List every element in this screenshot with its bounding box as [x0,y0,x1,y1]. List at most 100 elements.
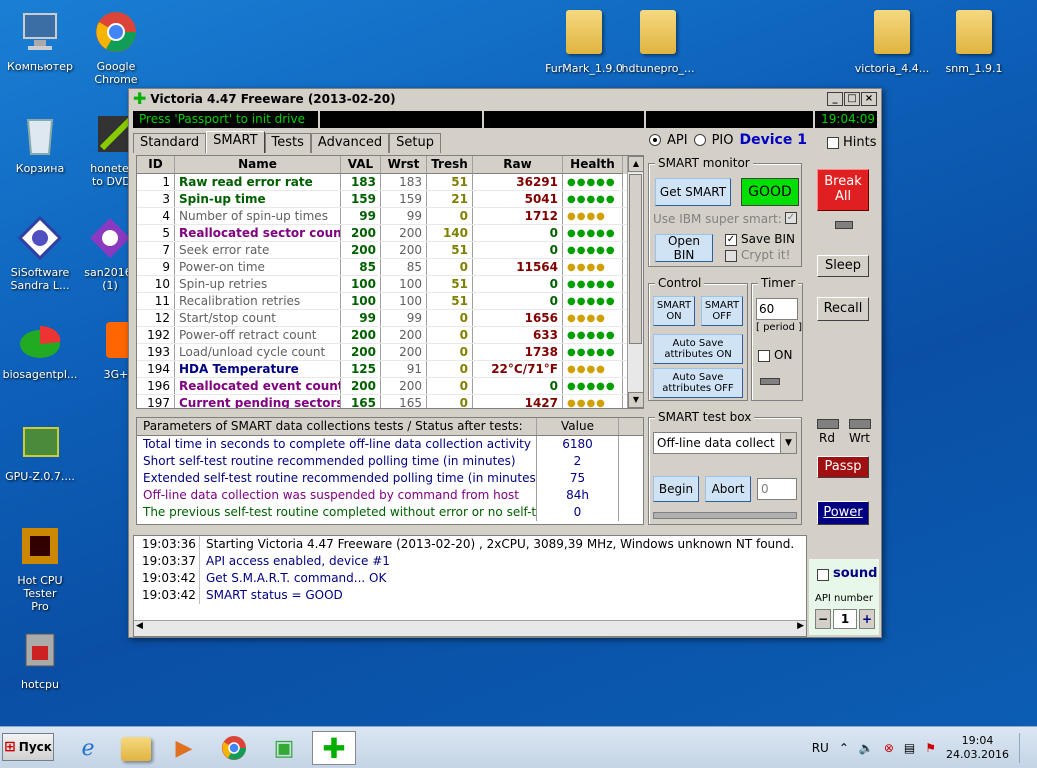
table-row[interactable]: 197 Current pending sectors 165 165 0 1427 ●●●… [137,395,643,408]
table-scrollbar[interactable]: ▲ ▼ [627,156,643,408]
tab-setup[interactable]: Setup [389,133,441,153]
victoria-taskbar-icon[interactable]: ✚ [312,731,356,765]
desktop-icon-victoria[interactable]: victoria_4.4... [852,8,932,75]
smart-off-button[interactable]: SMART OFF [701,296,743,326]
desktop-icon-hotcpu[interactable]: hotcpu [0,626,80,691]
table-row[interactable]: 5 Reallocated sector count 200 200 140 0 ●●●●● [137,225,643,242]
open-bin-button[interactable]: Open BIN [655,234,713,262]
action-center-icon[interactable]: ⚑ [925,741,936,755]
api-number-field[interactable]: 1 [833,609,857,629]
params-row[interactable]: The previous self-test routine completed… [137,504,643,521]
passp-button[interactable]: Passp [817,456,869,478]
ibm-smart-checkbox[interactable]: ✓ [785,212,797,224]
params-row[interactable]: Off-line data collection was suspended b… [137,487,643,504]
scroll-right-arrow-icon[interactable]: ▶ [797,621,804,631]
table-body: 1 Raw read error rate 183 183 51 36291 ●●●●● 3 S… [137,174,643,408]
tray-clock[interactable]: 19:04 24.03.2016 [946,734,1009,762]
table-row[interactable]: 3 Spin-up time 159 159 21 5041 ●●●●● [137,191,643,208]
explorer-icon[interactable] [114,731,158,765]
col-health[interactable]: Health [563,156,623,174]
chevron-up-icon[interactable]: ⌃ [839,741,849,755]
show-desktop-button[interactable] [1019,733,1033,763]
auto-save-on-button[interactable]: Auto Save attributes ON [653,334,743,364]
power-button[interactable]: Power [817,501,869,525]
table-row[interactable]: 4 Number of spin-up times 99 99 0 1712 ●●●● [137,208,643,225]
table-row[interactable]: 194 HDA Temperature 125 91 0 22°C/71°F ●●●● [137,361,643,378]
abort-button[interactable]: Abort [705,476,751,502]
recall-button[interactable]: Recall [817,297,869,321]
scroll-up-arrow-icon[interactable]: ▲ [628,156,643,172]
smart-on-button[interactable]: SMART ON [653,296,695,326]
window-title: Victoria 4.47 Freeware (2013-02-20) [150,92,396,106]
col-wrst[interactable]: Wrst [381,156,427,174]
media-player-icon[interactable]: ▶ [162,731,206,765]
scroll-thumb[interactable] [629,174,642,344]
break-all-button[interactable]: Break All [817,169,869,211]
table-row[interactable]: 196 Reallocated event count 200 200 0 0 ●●●●● [137,378,643,395]
table-row[interactable]: 9 Power-on time 85 85 0 11564 ●●●● [137,259,643,276]
get-smart-button[interactable]: Get SMART [655,178,731,206]
scroll-down-arrow-icon[interactable]: ▼ [628,392,643,408]
hints-checkbox[interactable]: Hints [827,135,877,150]
start-button[interactable]: ⊞ Пуск [2,733,54,761]
language-indicator[interactable]: RU [812,741,829,755]
desktop-icon-snm[interactable]: snm_1.9.1 [934,8,1014,75]
col-tresh[interactable]: Tresh [427,156,473,174]
col-id[interactable]: ID [137,156,175,174]
table-row[interactable]: 7 Seek error rate 200 200 51 0 ●●●●● [137,242,643,259]
table-row[interactable]: 1 Raw read error rate 183 183 51 36291 ●●●●● [137,174,643,191]
desktop-icon-furmark[interactable]: FurMark_1.9.0 [544,8,624,75]
volume-icon[interactable]: 🔈 [859,741,874,755]
crypt-checkbox[interactable] [725,250,737,262]
network-icon[interactable]: ⊗ [884,741,894,755]
desktop-icon-hdtunepro[interactable]: hdtunepro_... [618,8,698,75]
maximize-button[interactable]: □ [844,92,860,106]
table-row[interactable]: 192 Power-off retract count 200 200 0 633 ●●●●… [137,327,643,344]
desktop-icon-computer[interactable]: Компьютер [0,8,80,73]
auto-save-off-button[interactable]: Auto Save attributes OFF [653,368,743,398]
desktop-icon-biosagent[interactable]: biosagentpl... [0,316,80,381]
devices-icon[interactable]: ▤ [904,741,915,755]
internet-explorer-icon[interactable]: ℯ [66,731,110,765]
table-row[interactable]: 10 Spin-up retries 100 100 51 0 ●●●●● [137,276,643,293]
tab-tests[interactable]: Tests [264,133,311,153]
desktop-icon-sisoftware[interactable]: SiSoftware Sandra L... [0,214,80,292]
desktop-icon-hotcpu-tester[interactable]: Hot CPU Tester Pro [0,522,80,613]
begin-button[interactable]: Begin [653,476,699,502]
timer-input[interactable]: 60 [756,298,798,320]
tab-smart[interactable]: SMART [206,131,265,153]
log-hscrollbar[interactable]: ◀ ▶ [134,620,806,636]
save-bin-checkbox[interactable]: ✓ [725,234,737,246]
col-raw[interactable]: Raw [473,156,563,174]
test-param-input[interactable]: 0 [757,478,797,500]
scroll-left-arrow-icon[interactable]: ◀ [136,621,143,631]
api-minus-button[interactable]: − [815,609,831,629]
title-bar[interactable]: ✚ Victoria 4.47 Freeware (2013-02-20) _ … [129,89,881,109]
minimize-button[interactable]: _ [827,92,843,106]
table-row[interactable]: 11 Recalibration retries 100 100 51 0 ●●●●● [137,293,643,310]
chevron-down-icon[interactable]: ▼ [780,433,796,453]
params-row[interactable]: Short self-test routine recommended poll… [137,453,643,470]
hints-check[interactable] [827,136,839,149]
chrome-icon[interactable] [212,731,256,765]
gpuz-taskbar-icon[interactable]: ▣ [262,731,306,765]
col-val[interactable]: VAL [341,156,381,174]
tab-standard[interactable]: Standard [133,133,207,153]
params-row[interactable]: Extended self-test routine recommended p… [137,470,643,487]
table-row[interactable]: 193 Load/unload cycle count 200 200 0 1738 ●●●… [137,344,643,361]
desktop-icon-gpuz[interactable]: GPU-Z.0.7.... [0,418,80,483]
api-radio[interactable] [649,134,661,146]
sleep-button[interactable]: Sleep [817,255,869,277]
timer-on-checkbox[interactable] [758,350,770,362]
desktop-icon-recycle-bin[interactable]: Корзина [0,110,80,175]
test-type-select[interactable]: Off-line data collect ▼ [653,432,797,454]
col-name[interactable]: Name [175,156,341,174]
table-row[interactable]: 12 Start/stop count 99 99 0 1656 ●●●● [137,310,643,327]
sound-checkbox[interactable] [817,569,829,581]
close-button[interactable]: × [861,92,877,106]
pio-radio[interactable] [693,134,706,146]
api-plus-button[interactable]: + [859,609,875,629]
params-row[interactable]: Total time in seconds to complete off-li… [137,436,643,453]
tab-advanced[interactable]: Advanced [310,133,390,153]
desktop-icon-chrome[interactable]: Google Chrome [76,8,156,86]
